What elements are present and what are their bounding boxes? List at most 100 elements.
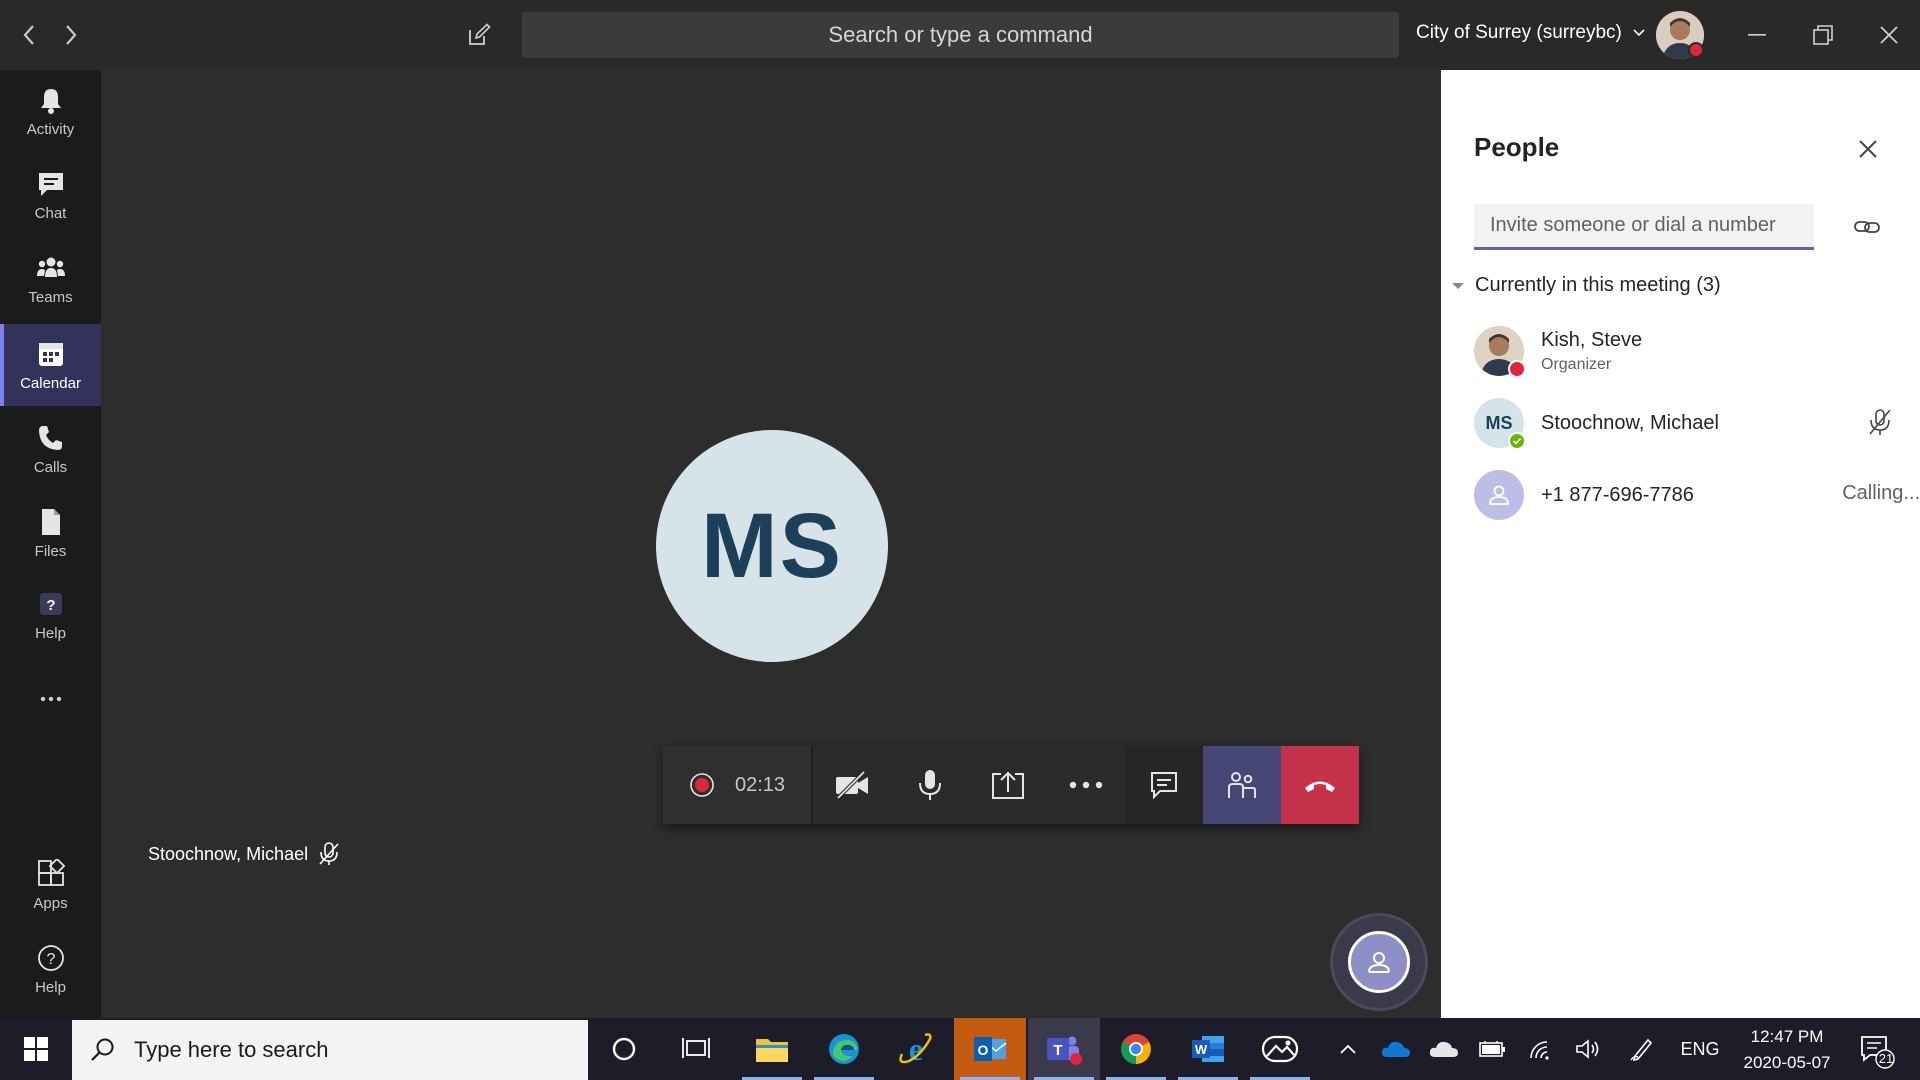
phone-icon xyxy=(38,425,62,450)
copy-link-icon[interactable] xyxy=(1850,210,1884,244)
rail-item-calendar[interactable]: Calendar xyxy=(0,324,101,406)
call-timer: 02:13 xyxy=(734,773,786,796)
taskbar-search-box[interactable]: Type here to search xyxy=(72,1020,588,1080)
participant-name: Stoochnow, Michael xyxy=(148,843,309,864)
invite-people-input[interactable] xyxy=(1474,204,1814,250)
participant-name-tag: Stoochnow, Michael xyxy=(148,842,340,866)
participant-row[interactable]: MS Stoochnow, Michael xyxy=(1474,398,1894,450)
participant-initials: MS xyxy=(701,494,843,597)
chrome-browser-icon xyxy=(1121,1034,1151,1064)
word-taskbar-button[interactable]: W xyxy=(1172,1018,1244,1080)
restore-icon[interactable] xyxy=(1800,14,1846,56)
recording-indicator[interactable]: 02:13 xyxy=(663,746,811,824)
share-screen-button[interactable] xyxy=(969,746,1047,824)
rail-item-calls[interactable]: Calls xyxy=(0,408,101,490)
chrome-taskbar-button[interactable] xyxy=(1100,1018,1172,1080)
command-search-box[interactable]: Search or type a command xyxy=(522,12,1399,58)
caret-down-icon xyxy=(1452,282,1464,289)
call-status-text: Calling... xyxy=(1842,482,1920,504)
minimize-icon[interactable] xyxy=(1734,14,1780,56)
outlook-icon: O xyxy=(974,1037,1007,1061)
svg-text:W: W xyxy=(1195,1042,1208,1057)
edge-taskbar-button[interactable] xyxy=(808,1018,880,1080)
title-bar: Search or type a command City of Surrey … xyxy=(0,0,1920,70)
rail-label: Chat xyxy=(34,204,67,222)
dial-pad-floating-button[interactable] xyxy=(1333,916,1425,1008)
presence-busy-dot xyxy=(1508,360,1526,378)
avatar xyxy=(1474,326,1526,378)
camera-off-button[interactable] xyxy=(813,746,891,824)
windows-taskbar: Type here to search e O T W ENG 12:47 PM… xyxy=(0,1018,1920,1080)
participant-row[interactable]: Kish, Steve Organizer xyxy=(1474,326,1894,378)
show-hidden-icons-button[interactable] xyxy=(1330,1018,1366,1080)
in-meeting-section-header[interactable]: Currently in this meeting (3) xyxy=(1451,274,1721,297)
calendar-icon xyxy=(38,342,63,366)
svg-text:O: O xyxy=(978,1042,989,1058)
rail-label: Calendar xyxy=(20,374,81,392)
show-chat-button[interactable] xyxy=(1125,746,1203,824)
new-chat-compose-icon[interactable] xyxy=(462,18,496,52)
outlook-taskbar-button[interactable]: O xyxy=(954,1018,1026,1080)
close-panel-icon[interactable] xyxy=(1851,132,1885,166)
avatar xyxy=(1474,470,1524,520)
teams-taskbar-button[interactable]: T xyxy=(1028,1018,1100,1080)
participant-avatar-large: MS xyxy=(656,430,888,662)
person-icon xyxy=(1348,931,1410,993)
taskbar-clock[interactable]: 12:47 PM 2020-05-07 xyxy=(1728,1024,1846,1076)
windows-start-button[interactable] xyxy=(0,1018,72,1080)
close-window-icon[interactable] xyxy=(1866,14,1912,56)
clock-date: 2020-05-07 xyxy=(1743,1053,1831,1072)
chevron-up-icon xyxy=(1340,1044,1356,1054)
internet-explorer-icon: e xyxy=(899,1032,932,1066)
rail-item-chat[interactable]: Chat xyxy=(0,154,101,236)
hang-up-button[interactable] xyxy=(1281,746,1359,824)
photos-taskbar-button[interactable] xyxy=(1244,1018,1316,1080)
internet-explorer-taskbar-button[interactable]: e xyxy=(880,1018,952,1080)
rail-item-help-bottom[interactable]: ? Help xyxy=(0,928,101,1010)
forward-arrow-icon[interactable] xyxy=(56,18,86,52)
rail-label: Activity xyxy=(26,120,75,138)
video-off-icon xyxy=(836,770,868,800)
onedrive-white-tray-icon[interactable] xyxy=(1424,1018,1464,1080)
rail-item-apps[interactable]: Apps xyxy=(0,844,101,926)
microphone-icon xyxy=(919,770,941,800)
more-apps-button[interactable] xyxy=(0,658,101,740)
people-panel: People Currently in this meeting (3) Kis… xyxy=(1441,70,1920,1018)
show-participants-button[interactable] xyxy=(1203,746,1281,824)
volume-icon[interactable] xyxy=(1568,1018,1608,1080)
rail-item-activity[interactable]: Activity xyxy=(0,70,101,152)
teams-app-icon: T xyxy=(1047,1036,1082,1065)
avatar: MS xyxy=(1474,398,1526,450)
rail-label: Files xyxy=(34,542,67,560)
file-explorer-taskbar-button[interactable] xyxy=(736,1018,808,1080)
pen-ink-icon[interactable] xyxy=(1622,1018,1662,1080)
battery-icon[interactable] xyxy=(1472,1018,1512,1080)
language-label: ENG xyxy=(1680,1038,1720,1059)
file-icon xyxy=(41,508,60,535)
apps-icon xyxy=(37,858,65,886)
cortana-button[interactable] xyxy=(588,1018,660,1080)
more-actions-button[interactable] xyxy=(1047,746,1125,824)
section-label: Currently in this meeting (3) xyxy=(1475,274,1721,296)
input-language-indicator[interactable]: ENG xyxy=(1672,1018,1728,1080)
org-switcher[interactable]: City of Surrey (surreybc) xyxy=(1416,22,1646,44)
task-view-button[interactable] xyxy=(660,1018,732,1080)
onedrive-blue-tray-icon[interactable] xyxy=(1376,1018,1416,1080)
rail-item-teams[interactable]: Teams xyxy=(0,238,101,320)
org-name: City of Surrey (surreybc) xyxy=(1416,22,1622,43)
app-rail: Activity Chat Teams Calendar Calls Files… xyxy=(0,70,101,1018)
help-icon: ? xyxy=(39,592,62,615)
presence-available-dot xyxy=(1508,432,1526,450)
rail-item-help[interactable]: ? Help xyxy=(0,574,101,656)
presence-busy-dot xyxy=(1688,42,1704,58)
back-arrow-icon[interactable] xyxy=(14,18,44,52)
bell-icon xyxy=(40,88,61,114)
participant-row[interactable]: +1 877-696-7786 Calling... xyxy=(1474,470,1920,520)
microphone-button[interactable] xyxy=(891,746,969,824)
participant-text: +1 877-696-7786 xyxy=(1541,484,1694,507)
svg-text:?: ? xyxy=(46,951,55,968)
wifi-icon[interactable] xyxy=(1520,1018,1560,1080)
chevron-down-icon xyxy=(1633,29,1645,37)
rail-item-files[interactable]: Files xyxy=(0,492,101,574)
action-center-button[interactable]: 21 xyxy=(1846,1018,1906,1080)
